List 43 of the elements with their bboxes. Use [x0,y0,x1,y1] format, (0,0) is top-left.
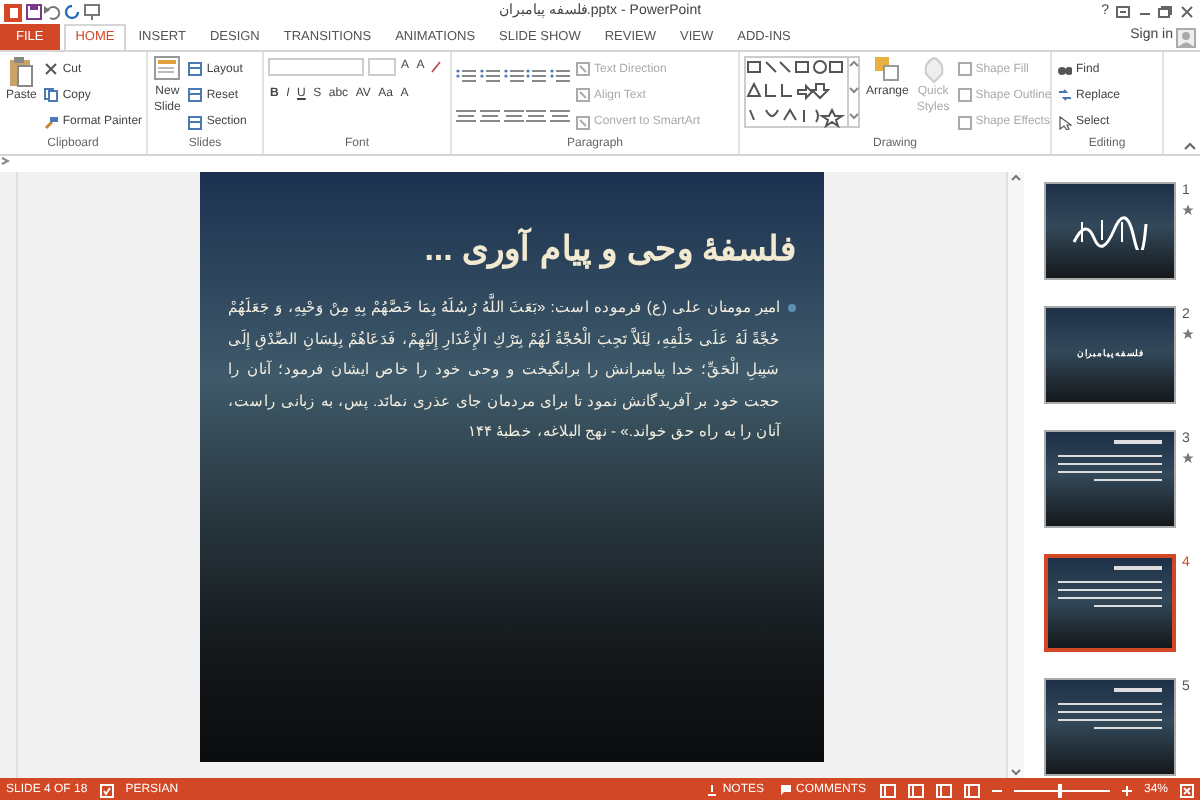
app-logo-icon [3,3,22,21]
layout-icon [188,62,203,77]
ribbon-display-icon[interactable] [1116,6,1130,18]
user-silhouette-icon [1176,27,1197,47]
presentation-icon[interactable] [83,4,100,20]
replace-icon [1058,88,1072,103]
save-icon[interactable] [25,4,41,20]
cut-icon [44,62,59,77]
redo-icon[interactable] [64,4,80,20]
spelling-check-icon[interactable] [99,783,114,797]
copy-icon [44,88,59,103]
bullets-icon[interactable] [456,68,476,84]
slide-thumbnail[interactable] [1044,182,1176,280]
scroll-up-icon[interactable] [1008,172,1024,184]
undo-icon[interactable] [44,4,61,20]
select-icon [1058,115,1072,130]
font-name-field[interactable] [268,57,364,75]
format-painter-icon [44,115,59,130]
speech-bubble-icon [779,784,792,796]
expand-pane-icon[interactable] [0,156,10,166]
bullet-icon [788,304,796,312]
zoom-in-icon[interactable] [1121,785,1132,795]
quick-styles-icon [921,56,946,84]
close-icon[interactable] [1179,6,1193,18]
collapse-ribbon-icon[interactable] [1184,142,1197,151]
shapes-gallery-drawing[interactable] [744,56,860,128]
restore-icon[interactable] [1158,6,1172,18]
zoom-out-icon[interactable] [991,785,1002,795]
slide-thumbnail[interactable] [1044,554,1176,652]
find-icon [1058,62,1072,77]
arrange-icon [874,56,901,84]
calligraphy-drawing [1070,213,1150,249]
slide-thumbnail[interactable] [1044,430,1176,528]
scroll-down-icon[interactable] [1008,766,1024,778]
normal-view-icon[interactable] [879,783,896,797]
align-left-icon[interactable] [456,108,476,124]
slide-page-icon [154,56,181,84]
zoom-slider-thumb[interactable] [1057,783,1062,797]
font-size-field[interactable] [367,57,396,75]
slide-thumbnail[interactable] [1044,678,1176,776]
clipboard-icon [8,56,35,88]
notes-icon [706,784,719,796]
slide-title: فلسفۀ وحی و پیام آوری ... [424,228,796,272]
